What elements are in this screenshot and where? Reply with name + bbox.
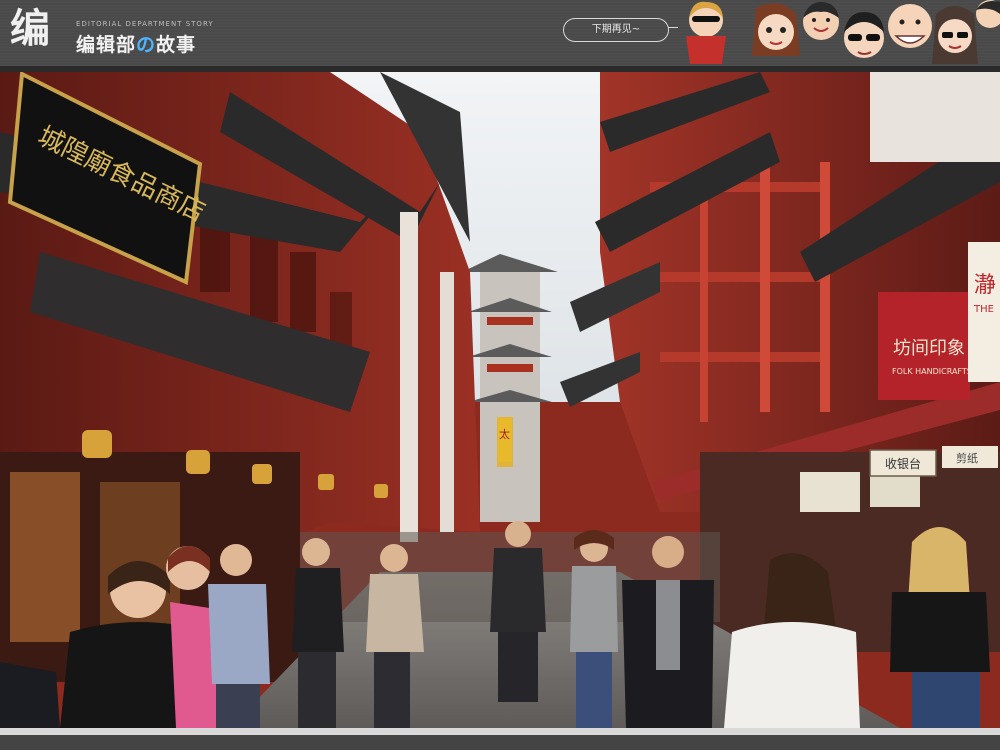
cartoon-face-5 xyxy=(888,4,932,48)
logo-mark: 编 xyxy=(10,5,50,52)
person-edge-left xyxy=(0,662,60,728)
cartoon-face-2 xyxy=(752,3,800,56)
person-center-dark xyxy=(490,521,546,702)
cartoon-face-3 xyxy=(803,2,839,40)
brand-chinese: 编辑部の故事 xyxy=(76,30,196,57)
right-shop-sign-red-en: THE xyxy=(973,304,994,315)
page: 编 EDITORIAL DEPARTMENT STORY 编辑部の故事 下期再见… xyxy=(0,0,1000,750)
right-shop-sign-en: FOLK HANDICRAFTS xyxy=(892,367,972,376)
cashier-sign: 收银台 xyxy=(885,456,921,471)
header-bar: 编 EDITORIAL DEPARTMENT STORY 编辑部の故事 下期再见… xyxy=(0,0,1000,66)
speech-bubble: 下期再见~ xyxy=(563,18,678,42)
right-shop-sign-red: 瀞 xyxy=(974,273,996,298)
hanging-banner: 太 xyxy=(498,418,512,462)
cartoon-face-6 xyxy=(932,6,978,64)
photo-bottom-border xyxy=(0,728,1000,735)
papercut-sign: 剪纸 xyxy=(956,451,978,465)
right-shop-sign-cn: 坊间印象 xyxy=(893,338,965,359)
yuyuan-street-scene: 城隍廟食品商店 坊间印象 FOLK HANDICRAFTS 瀞 THE 收银台 … xyxy=(0,72,1000,728)
street-photo: 城隍廟食品商店 坊间印象 FOLK HANDICRAFTS 瀞 THE 收银台 … xyxy=(0,72,1000,728)
cartoon-face-1 xyxy=(686,1,726,64)
cartoon-face-7 xyxy=(976,0,1000,28)
cartoon-face-4 xyxy=(844,12,884,58)
footer-bar xyxy=(0,735,1000,750)
brand-part-2: の xyxy=(136,34,157,56)
brand-part-1: 编辑部 xyxy=(76,34,137,56)
hanging-banner-text: 太 xyxy=(499,428,510,441)
cartoon-faces-illustration xyxy=(686,0,1000,64)
brand-english: EDITORIAL DEPARTMENT STORY xyxy=(76,20,214,28)
brand-part-3: 故事 xyxy=(156,34,197,56)
